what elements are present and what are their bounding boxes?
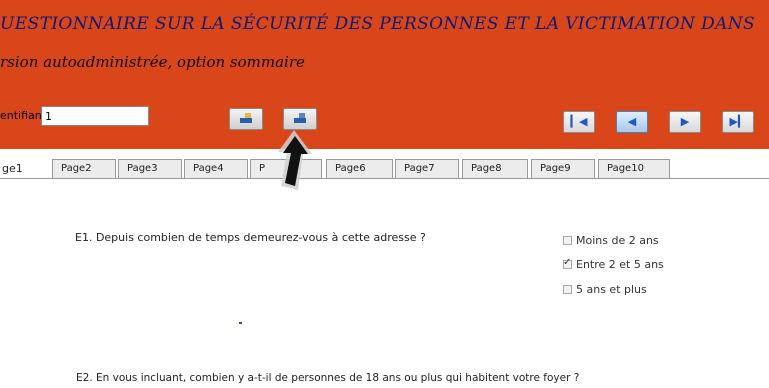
option-label: Entre 2 et 5 ans <box>576 258 664 271</box>
toolbar-icon-1 <box>240 118 252 123</box>
question-e1: E1. Depuis combien de temps demeurez-vou… <box>75 231 426 244</box>
last-page-button[interactable]: ▶▎ <box>722 111 754 133</box>
option-e1-1[interactable]: Moins de 2 ans <box>563 234 659 247</box>
identifier-label: entifiant <box>0 109 47 122</box>
page-title: UESTIONNAIRE SUR LA SÉCURITÉ DES PERSONN… <box>0 14 756 34</box>
first-page-button[interactable]: ▎◀ <box>563 111 595 133</box>
last-page-icon: ▶▎ <box>729 115 747 128</box>
option-label: Moins de 2 ans <box>576 234 659 247</box>
page-subtitle: rsion autoadministrée, option sommaire <box>0 53 305 71</box>
toolbar-icon-2-accent <box>299 113 305 118</box>
toolbar-icon-1-accent <box>245 113 251 118</box>
option-e1-2[interactable]: Entre 2 et 5 ans <box>563 257 664 271</box>
option-label: 5 ans et plus <box>576 283 647 296</box>
checkbox-checked-icon[interactable] <box>563 257 572 269</box>
tab-page2[interactable]: Page2 <box>52 159 116 179</box>
tab-page6[interactable]: Page6 <box>326 159 393 179</box>
tab-page8[interactable]: Page8 <box>462 159 528 179</box>
questionnaire-header: UESTIONNAIRE SUR LA SÉCURITÉ DES PERSONN… <box>0 0 769 149</box>
previous-page-button[interactable]: ◀ <box>616 111 648 133</box>
tab-page1[interactable]: ge1 <box>0 159 50 179</box>
option-e1-3[interactable]: 5 ans et plus <box>563 283 647 296</box>
previous-page-icon: ◀ <box>627 115 637 128</box>
tab-page9[interactable]: Page9 <box>531 159 595 179</box>
checkbox-icon[interactable] <box>563 236 572 245</box>
tab-page3[interactable]: Page3 <box>118 159 182 179</box>
identifier-input[interactable] <box>41 106 149 126</box>
tab-divider <box>0 178 769 179</box>
cursor-arrow-icon <box>278 130 312 190</box>
toolbar-button-1[interactable] <box>229 108 263 130</box>
toolbar-icon-2 <box>294 118 306 123</box>
next-page-button[interactable]: ▶ <box>669 111 701 133</box>
checkbox-icon[interactable] <box>563 285 572 294</box>
first-page-icon: ▎◀ <box>570 115 588 128</box>
question-e2: E2. En vous incluant, combien y a-t-il d… <box>76 372 580 384</box>
stray-mark <box>239 322 242 324</box>
tab-page10[interactable]: Page10 <box>598 159 670 179</box>
next-page-icon: ▶ <box>680 115 690 128</box>
tab-page4[interactable]: Page4 <box>184 159 248 179</box>
tab-page7[interactable]: Page7 <box>395 159 459 179</box>
